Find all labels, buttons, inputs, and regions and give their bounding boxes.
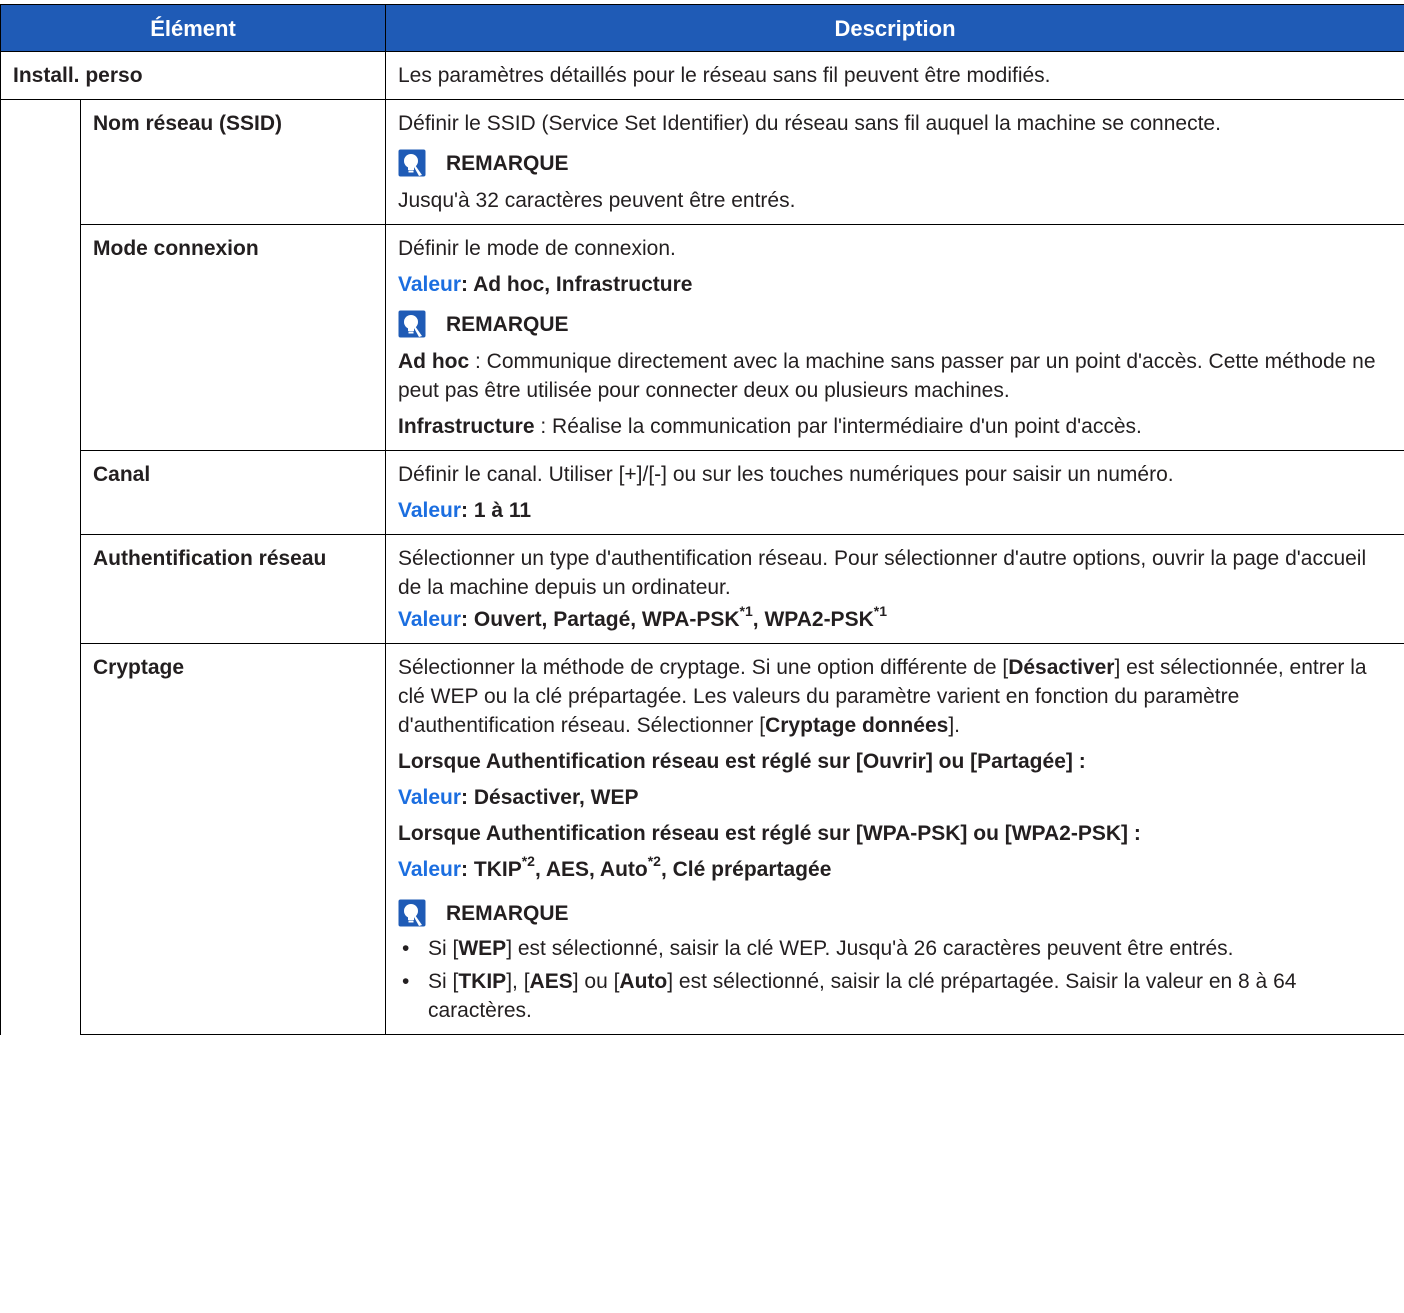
crypt-description: Sélectionner la méthode de cryptage. Si … <box>398 653 1394 740</box>
crypt-value-2c: , Clé prépartagée <box>660 858 832 881</box>
note-label: REMARQUE <box>446 151 569 175</box>
bullet-bold: TKIP <box>458 970 507 993</box>
crypt-desc-bold: Désactiver <box>1008 656 1115 679</box>
note-heading: REMARQUE <box>398 146 1394 180</box>
crypt-value-1-text: : Désactiver, WEP <box>461 786 639 809</box>
mode-value: Valeur: Ad hoc, Infrastructure <box>398 270 1394 299</box>
ssid-note-text: Jusqu'à 32 caractères peuvent être entré… <box>398 189 796 212</box>
value-label: Valeur <box>398 273 462 296</box>
mode-description: Définir le mode de connexion. <box>398 237 676 260</box>
bullet-bold: WEP <box>458 937 507 960</box>
note-heading: REMARQUE <box>398 896 1394 930</box>
note-bulb-icon <box>398 899 426 927</box>
crypt-note-list: • Si [WEP] est sélectionné, saisir la clé… <box>398 934 1394 1025</box>
crypt-desc-part: Sélectionner la méthode de cryptage. Si … <box>398 656 1009 679</box>
table-row-auth: Authentification réseau Sélectionner un … <box>1 534 1404 644</box>
bullet-bold: Auto <box>619 970 668 993</box>
item-description-auth: Sélectionner un type d'authentification … <box>385 534 1404 644</box>
infra-text: : Réalise la communication par l'intermé… <box>534 415 1142 438</box>
table-row-install-perso: Install. perso Les paramètres détaillés … <box>0 51 1404 100</box>
auth-value-1: : Ouvert, Partagé, WPA-PSK <box>461 608 740 631</box>
footnote-ref: *1 <box>739 603 753 619</box>
note-label: REMARQUE <box>446 901 569 925</box>
crypt-condition-1: Lorsque Authentification réseau est régl… <box>398 750 1086 773</box>
bullet-bold: AES <box>529 970 573 993</box>
item-description-canal: Définir le canal. Utiliser [+]/[-] ou su… <box>385 450 1404 535</box>
table-row-ssid: Nom réseau (SSID) Définir le SSID (Servi… <box>0 99 1404 1035</box>
crypt-value-2b: , AES, Auto <box>534 858 648 881</box>
bullet: • <box>402 937 410 960</box>
table-row-canal: Canal Définir le canal. Utiliser [+]/[-]… <box>1 450 1404 535</box>
bullet-text: ], [ <box>506 970 530 993</box>
note-bulb-icon <box>398 310 426 338</box>
canal-value-text: : 1 à 11 <box>461 499 532 522</box>
crypt-value-2a: : TKIP <box>461 858 522 881</box>
note-label: REMARQUE <box>446 312 569 336</box>
bullet-text: Si [ <box>428 937 459 960</box>
auth-description: Sélectionner un type d'authentification … <box>398 547 1367 599</box>
auth-value: Valeur: Ouvert, Partagé, WPA-PSK*1, WPA2… <box>398 603 1394 634</box>
mode-value-text: : Ad hoc, Infrastructure <box>461 273 693 296</box>
value-label: Valeur <box>398 608 462 631</box>
canal-description: Définir le canal. Utiliser [+]/[-] ou su… <box>398 463 1174 486</box>
value-label: Valeur <box>398 786 462 809</box>
indent-cell <box>0 99 81 1035</box>
ssid-description: Définir le SSID (Service Set Identifier)… <box>398 112 1221 135</box>
crypt-condition-2: Lorsque Authentification réseau est régl… <box>398 822 1141 845</box>
header-element: Élément <box>0 4 386 52</box>
bullet-text: ] ou [ <box>572 970 620 993</box>
settings-table: Élément Description Install. perso Les p… <box>0 4 1404 1035</box>
note-bulb-icon <box>398 149 426 177</box>
table-header-row: Élément Description <box>0 4 1404 52</box>
auth-value-2: , WPA2-PSK <box>752 608 874 631</box>
item-description-mode: Définir le mode de connexion. Valeur: Ad… <box>385 224 1404 451</box>
footnote-ref: *1 <box>873 603 887 619</box>
item-description-crypt: Sélectionner la méthode de cryptage. Si … <box>385 643 1404 1035</box>
footnote-ref: *2 <box>521 853 535 869</box>
bullet-text: ] est sélectionné, saisir la clé WEP. Ju… <box>506 937 1234 960</box>
item-description-ssid: Définir le SSID (Service Set Identifier)… <box>385 99 1404 225</box>
item-label-mode: Mode connexion <box>80 224 386 451</box>
crypt-desc-part: ]. <box>948 714 960 737</box>
list-item: • Si [WEP] est sélectionné, saisir la clé… <box>398 934 1394 963</box>
note-heading: REMARQUE <box>398 307 1394 341</box>
table-row-crypt: Cryptage Sélectionner la méthode de cryp… <box>1 643 1404 1035</box>
crypt-value-2: Valeur: TKIP*2, AES, Auto*2, Clé prépart… <box>398 853 1394 884</box>
item-label-ssid: Nom réseau (SSID) <box>80 99 386 225</box>
footnote-ref: *2 <box>647 853 661 869</box>
header-description: Description <box>385 4 1404 52</box>
list-item: • Si [TKIP], [AES] ou [Auto] est sélectio… <box>398 967 1394 1025</box>
table-row-mode: Mode connexion Définir le mode de connex… <box>1 224 1404 451</box>
crypt-desc-bold: Cryptage données <box>765 714 949 737</box>
value-label: Valeur <box>398 858 462 881</box>
mode-infra-note: Infrastructure : Réalise la communicatio… <box>398 412 1394 441</box>
bullet: • <box>402 970 410 993</box>
group-description: Les paramètres détaillés pour le réseau … <box>385 51 1404 100</box>
mode-adhoc-note: Ad hoc : Communique directement avec la … <box>398 347 1394 405</box>
group-label: Install. perso <box>0 51 386 100</box>
value-label: Valeur <box>398 499 462 522</box>
bullet-text: Si [ <box>428 970 459 993</box>
item-label-auth: Authentification réseau <box>80 534 386 644</box>
infra-term: Infrastructure <box>398 415 535 438</box>
item-label-canal: Canal <box>80 450 386 535</box>
adhoc-term: Ad hoc <box>398 350 470 373</box>
item-label-crypt: Cryptage <box>80 643 386 1035</box>
canal-value: Valeur: 1 à 11 <box>398 496 1394 525</box>
adhoc-text: : Communique directement avec la machine… <box>398 350 1376 402</box>
crypt-value-1: Valeur: Désactiver, WEP <box>398 783 1394 812</box>
